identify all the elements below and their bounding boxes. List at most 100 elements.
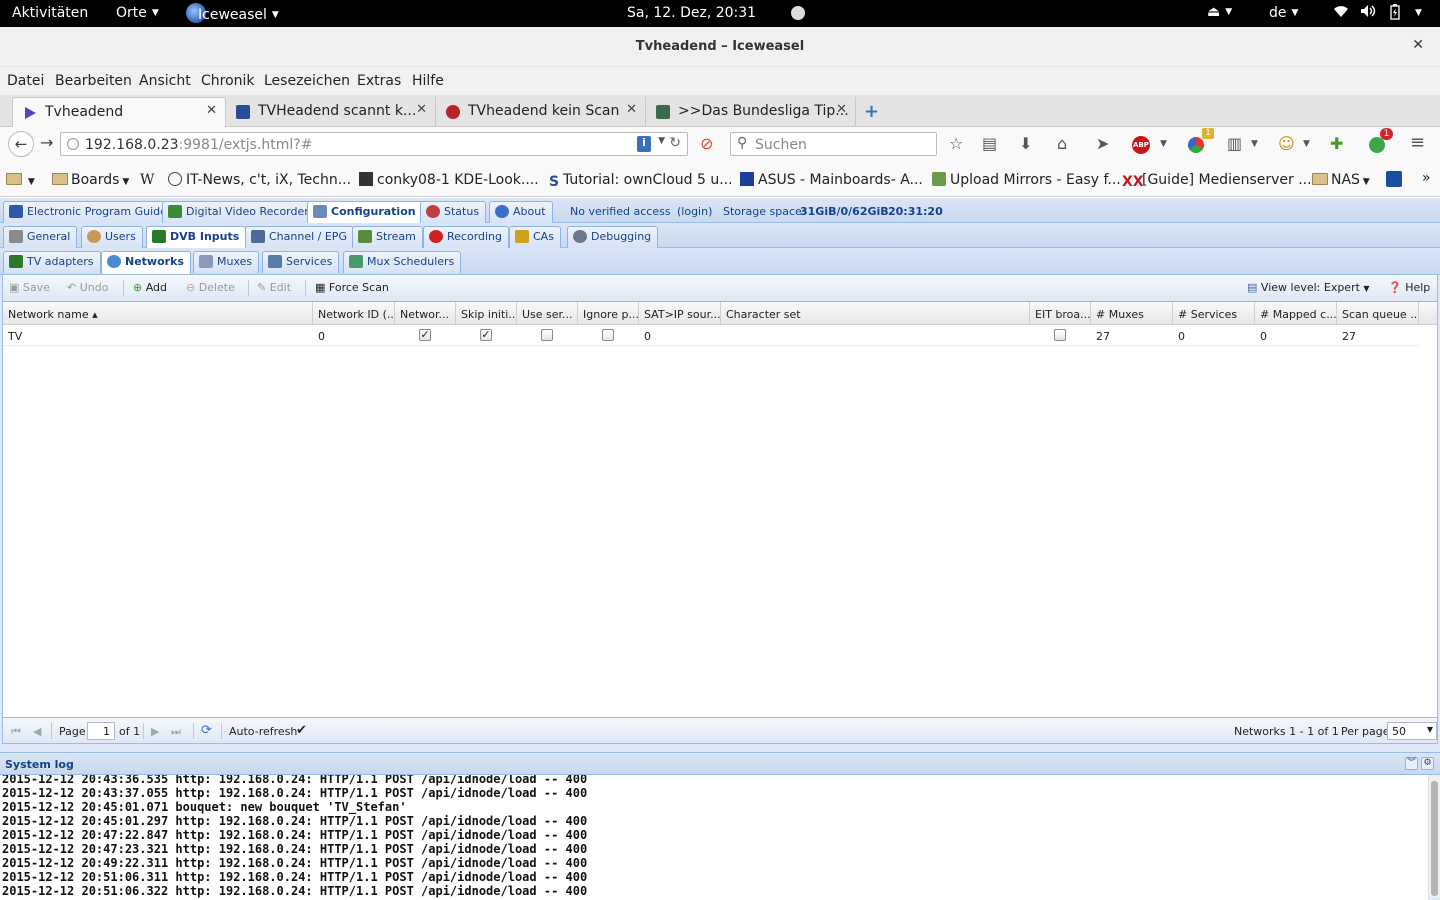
column-use-service-ids[interactable]: Use ser... <box>517 302 578 325</box>
bookmark-folder-unnamed[interactable]: ▼ <box>6 172 35 188</box>
bookmark-medienserver-guide[interactable]: XX[Guide] Medienserver ... <box>1122 172 1312 190</box>
hamburger-menu-icon[interactable]: ≡ <box>1410 132 1425 153</box>
help-button[interactable]: ❓ Help <box>1388 281 1430 294</box>
tab-about[interactable]: About <box>489 201 553 223</box>
menu-chronik[interactable]: Chronik <box>201 73 255 89</box>
network-discovery-checkbox[interactable]: ✓ <box>419 329 431 341</box>
cell-network-name[interactable]: TV <box>3 325 27 346</box>
save-button[interactable]: ▣ Save <box>9 281 50 294</box>
bookmark-asus[interactable]: ASUS - Mainboards- A... <box>740 172 923 188</box>
clock[interactable]: Sa, 12. Dez, 20:31 <box>627 5 756 21</box>
column-network-id[interactable]: Network ID (... <box>313 302 395 325</box>
tab-status[interactable]: Status <box>420 201 487 223</box>
page-number-input[interactable]: 1 <box>87 722 115 740</box>
per-page-select[interactable]: 50 ▼ <box>1387 722 1437 740</box>
table-row[interactable]: TV 0 ✓ ✓ 0 27 0 0 27 <box>3 325 1419 346</box>
browser-tab-tvheadend[interactable]: Tvheadend ✕ <box>12 97 226 127</box>
clipboard-icon[interactable]: ▥ <box>1227 134 1242 153</box>
last-page-icon[interactable]: ⏭ <box>171 725 181 739</box>
edit-button[interactable]: ✎ Edit <box>257 281 291 294</box>
menu-lesezeichen[interactable]: Lesezeichen <box>264 73 350 89</box>
tab-close-icon[interactable]: ✕ <box>626 102 637 117</box>
bookmark-heise[interactable]: IT-News, c't, iX, Techn... <box>168 172 351 188</box>
bookmark-owncloud-tutorial[interactable]: S Tutorial: ownCloud 5 u... <box>549 172 733 190</box>
column-satip-source[interactable]: SAT>IP sour... <box>639 302 721 325</box>
menu-extras[interactable]: Extras <box>357 73 401 89</box>
back-icon[interactable]: ← <box>8 131 34 157</box>
browser-tab-bundesliga[interactable]: >>Das Bundesliga Tip... ✕ <box>646 97 856 127</box>
places-menu[interactable]: Orte ▼ <box>116 5 159 21</box>
noscript-icon[interactable]: ⊘ <box>700 134 713 153</box>
tab-users[interactable]: Users <box>81 226 143 248</box>
skip-initial-scan-checkbox[interactable]: ✓ <box>480 329 492 341</box>
bookmark-kde-look[interactable]: conky08-1 KDE-Look.... <box>359 172 539 188</box>
home-icon[interactable]: ⌂ <box>1057 134 1067 153</box>
tab-tv-adapters[interactable]: TV adapters <box>3 251 101 273</box>
greasemonkey-icon[interactable]: ☺ <box>1278 134 1295 153</box>
battery-icon[interactable] <box>1390 4 1400 24</box>
menu-bearbeiten[interactable]: Bearbeiten <box>55 73 132 89</box>
ignore-provider-checkbox[interactable] <box>602 329 614 341</box>
first-page-icon[interactable]: ⏮ <box>11 725 21 739</box>
keyboard-layout-menu[interactable]: de ▼ <box>1269 5 1298 21</box>
browser-tab-kein-scan[interactable]: TVheadend kein Scan ✕ <box>436 97 646 127</box>
settings-gear-icon[interactable]: ⚙ <box>1421 757 1434 770</box>
adblock-dropdown-arrow-icon[interactable]: ▼ <box>1160 139 1167 149</box>
download-icon[interactable]: ⬇ <box>1019 134 1032 153</box>
add-button[interactable]: ⊕ Add <box>133 281 167 294</box>
column-skip-initial-scan[interactable]: Skip initi... <box>456 302 517 325</box>
column-muxes[interactable]: # Muxes <box>1091 302 1173 325</box>
bookmark-wikipedia[interactable]: W <box>140 172 154 188</box>
tab-mux-schedulers[interactable]: Mux Schedulers <box>343 251 462 273</box>
delete-button[interactable]: ⊖ Delete <box>186 281 235 294</box>
extension-colorful-icon[interactable] <box>1188 137 1204 153</box>
bookmarks-overflow-icon[interactable]: » <box>1422 170 1431 186</box>
menu-datei[interactable]: Datei <box>7 73 44 89</box>
use-service-ids-checkbox[interactable] <box>541 329 553 341</box>
reading-list-icon[interactable]: ▤ <box>982 134 997 153</box>
column-scan-queue[interactable]: Scan queue ... <box>1337 302 1419 325</box>
browser-tab-forum[interactable]: TVHeadend scannt k... ✕ <box>226 97 436 127</box>
bookmark-folder-boards[interactable]: Boards ▼ <box>52 172 129 188</box>
scrollbar-thumb[interactable] <box>1431 781 1438 896</box>
system-menu-arrow-icon[interactable]: ▼ <box>1410 5 1422 21</box>
prev-page-icon[interactable]: ◀ <box>33 725 41 738</box>
greasemonkey-dropdown-arrow-icon[interactable]: ▼ <box>1303 139 1310 149</box>
clipboard-dropdown-arrow-icon[interactable]: ▼ <box>1251 139 1258 149</box>
tab-close-icon[interactable]: ✕ <box>416 102 427 117</box>
window-close-icon[interactable]: ✕ <box>1412 37 1424 53</box>
column-services[interactable]: # Services <box>1173 302 1255 325</box>
collapse-icon[interactable]: ︾ <box>1405 757 1418 770</box>
auto-refresh-checkmark-icon[interactable]: ✔ <box>296 723 307 738</box>
url-text[interactable]: 192.168.0.23:9981/extjs.html?# <box>85 137 312 153</box>
cell-satip-source[interactable]: 0 <box>639 325 656 346</box>
cell-muxes[interactable]: 27 <box>1091 325 1115 346</box>
search-box[interactable]: ⚲ Suchen <box>730 132 937 156</box>
tab-dvr[interactable]: Digital Video Recorder <box>162 201 316 223</box>
bookmark-upload-mirrors[interactable]: Upload Mirrors - Easy f... <box>932 172 1121 188</box>
tab-configuration[interactable]: Configuration <box>307 201 423 224</box>
cell-character-set[interactable] <box>721 325 731 346</box>
site-identity-icon[interactable] <box>67 138 79 150</box>
wifi-icon[interactable] <box>1333 3 1349 23</box>
tab-stream[interactable]: Stream <box>352 226 423 248</box>
column-mapped-channels[interactable]: # Mapped c... <box>1255 302 1337 325</box>
log-scrollbar[interactable] <box>1428 775 1440 898</box>
reload-icon[interactable]: ↻ <box>669 135 681 151</box>
column-character-set[interactable]: Character set <box>721 302 1030 325</box>
tab-close-icon[interactable]: ✕ <box>206 103 217 118</box>
forward-icon[interactable]: → <box>40 133 53 152</box>
bookmark-blue-icon[interactable] <box>1386 171 1402 187</box>
new-tab-plus-icon[interactable]: + <box>864 101 879 122</box>
cell-services[interactable]: 0 <box>1173 325 1190 346</box>
tab-general[interactable]: General <box>3 226 78 248</box>
bookmark-folder-nas[interactable]: NAS ▼ <box>1312 172 1370 188</box>
info-icon[interactable]: i <box>637 136 651 152</box>
bookmark-star-icon[interactable]: ☆ <box>949 134 963 153</box>
cell-scan-queue[interactable]: 27 <box>1337 325 1361 346</box>
activities-button[interactable]: Aktivitäten <box>12 5 88 21</box>
url-dropdown-arrow-icon[interactable]: ▼ <box>658 136 665 146</box>
url-bar[interactable]: 192.168.0.23:9981/extjs.html?# i ▼ ↻ <box>60 132 688 156</box>
login-link[interactable]: (login) <box>677 205 712 218</box>
column-network-name[interactable]: Network name ▴ <box>3 302 313 325</box>
